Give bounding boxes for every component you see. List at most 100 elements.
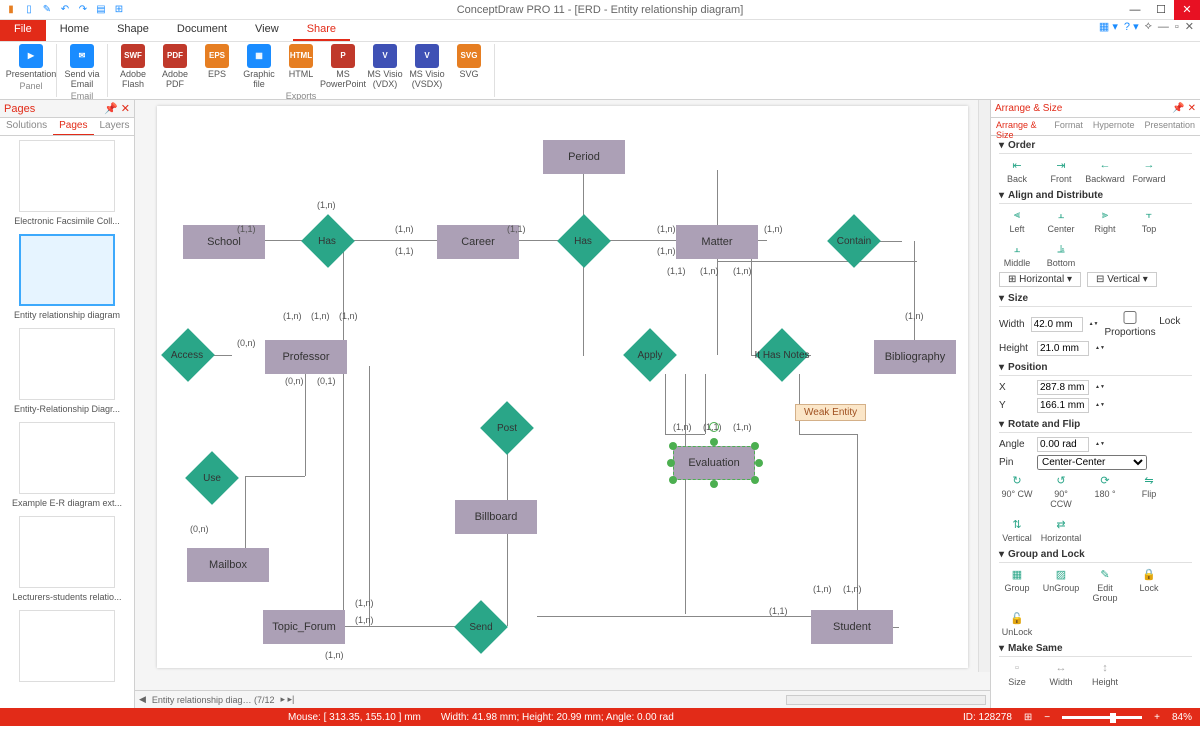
vsdx-button[interactable]: VMS Visio (VSDX) xyxy=(408,44,446,90)
align-left[interactable]: ⫷Left xyxy=(999,208,1035,234)
flip-v[interactable]: ⇅Vertical xyxy=(999,517,1035,543)
diagram-canvas[interactable]: School Period Career Matter Professor Bi… xyxy=(135,100,990,690)
flip-h[interactable]: ⇄Horizontal xyxy=(1043,517,1079,543)
rot-180[interactable]: ⟳180 ° xyxy=(1087,473,1123,509)
svg-button[interactable]: SVGSVG xyxy=(450,44,488,90)
entity-student[interactable]: Student xyxy=(811,610,893,644)
zoom-in-icon[interactable]: + xyxy=(1154,712,1160,723)
graphic-button[interactable]: ▦Graphic file xyxy=(240,44,278,90)
pdf-button[interactable]: PDFAdobe PDF xyxy=(156,44,194,90)
lock-proportions[interactable] xyxy=(1104,311,1156,324)
win-close-icon[interactable]: ✕ xyxy=(1185,20,1194,33)
lock-btn[interactable]: 🔒Lock xyxy=(1131,567,1167,603)
pages-tab[interactable]: Pages xyxy=(53,118,93,135)
flip-btn[interactable]: ⇋Flip xyxy=(1131,473,1167,509)
align-bottom[interactable]: ⫡Bottom xyxy=(1043,242,1079,268)
horizontal-scrollbar[interactable] xyxy=(786,695,986,705)
entity-topic[interactable]: Topic_Forum xyxy=(263,610,345,644)
share-tab[interactable]: Share xyxy=(293,20,350,41)
thumb-5[interactable]: Lecturers-students relatio... xyxy=(4,516,130,602)
width-input[interactable] xyxy=(1031,317,1083,332)
thumb-2[interactable]: Entity relationship diagram xyxy=(4,234,130,320)
disk-icon[interactable]: ▤ xyxy=(94,3,108,17)
rot-cw[interactable]: ↻90° CW xyxy=(999,473,1035,509)
help-question-icon[interactable]: ? ▾ xyxy=(1124,20,1139,33)
open-icon[interactable]: ▯ xyxy=(22,3,36,17)
redo-icon[interactable]: ↷ xyxy=(76,3,90,17)
help-icon[interactable]: ▦ ▾ xyxy=(1099,20,1118,33)
same-width[interactable]: ↔Width xyxy=(1043,661,1079,687)
same-height[interactable]: ↕Height xyxy=(1087,661,1123,687)
panel-pin2-icon[interactable]: 📌 ✕ xyxy=(1172,103,1196,114)
format-tab[interactable]: Format xyxy=(1049,118,1088,135)
ppt-button[interactable]: PMS PowerPoint xyxy=(324,44,362,90)
backward-button[interactable]: ←Backward xyxy=(1087,158,1123,184)
panel-pin-icon[interactable]: 📌 ✕ xyxy=(104,102,130,115)
rot-ccw[interactable]: ↺90° CCW xyxy=(1043,473,1079,509)
back-button[interactable]: ⇤Back xyxy=(999,158,1035,184)
home-tab[interactable]: Home xyxy=(46,20,103,41)
entity-matter[interactable]: Matter xyxy=(676,225,758,259)
zoom-out-icon[interactable]: − xyxy=(1044,712,1050,723)
presentation-button[interactable]: ▶Presentation xyxy=(12,44,50,80)
height-input[interactable] xyxy=(1037,341,1089,356)
thumbnail-list[interactable]: Electronic Facsimile Coll... Entity rela… xyxy=(0,136,134,708)
file-tab[interactable]: File xyxy=(0,20,46,41)
arrange-tab[interactable]: Arrange & Size xyxy=(991,118,1049,135)
win-restore-icon[interactable]: ▫ xyxy=(1175,21,1179,33)
minimize-button[interactable]: — xyxy=(1122,0,1148,20)
forward-button[interactable]: →Forward xyxy=(1131,158,1167,184)
thumb-1[interactable]: Electronic Facsimile Coll... xyxy=(4,140,130,226)
undo-icon[interactable]: ↶ xyxy=(58,3,72,17)
eps-button[interactable]: EPSEPS xyxy=(198,44,236,90)
thumb-4[interactable]: Example E-R diagram ext... xyxy=(4,422,130,508)
entity-billboard[interactable]: Billboard xyxy=(455,500,537,534)
tab-nav-next[interactable]: ▸ ▸| xyxy=(281,694,295,705)
shape-tab[interactable]: Shape xyxy=(103,20,163,41)
preview-icon[interactable]: ⊞ xyxy=(112,3,126,17)
view-mode-icon[interactable]: ⊞ xyxy=(1024,712,1032,723)
vertical-scrollbar[interactable] xyxy=(978,100,990,672)
same-size[interactable]: ▫Size xyxy=(999,661,1035,687)
entity-period[interactable]: Period xyxy=(543,140,625,174)
flash-button[interactable]: SWFAdobe Flash xyxy=(114,44,152,90)
tab-nav-prev[interactable]: ◀ xyxy=(139,694,146,705)
diagram-page[interactable]: School Period Career Matter Professor Bi… xyxy=(157,106,968,668)
dist-horiz[interactable]: ⊞ Horizontal ▾ xyxy=(999,272,1081,287)
pin-select[interactable]: Center-Center xyxy=(1037,455,1147,470)
send-email-button[interactable]: ✉Send via Email xyxy=(63,44,101,90)
win-min-icon[interactable]: ⟡ xyxy=(1145,20,1152,33)
editgroup-btn[interactable]: ✎Edit Group xyxy=(1087,567,1123,603)
align-center[interactable]: ⫠Center xyxy=(1043,208,1079,234)
zoom-slider[interactable] xyxy=(1062,716,1142,719)
maximize-button[interactable]: ☐ xyxy=(1148,0,1174,20)
entity-bibliography[interactable]: Bibliography xyxy=(874,340,956,374)
x-input[interactable] xyxy=(1037,380,1089,395)
layers-tab[interactable]: Layers xyxy=(94,118,136,135)
save-icon[interactable]: ✎ xyxy=(40,3,54,17)
presentation-tab[interactable]: Presentation xyxy=(1139,118,1200,135)
angle-input[interactable] xyxy=(1037,437,1089,452)
win-max-icon[interactable]: — xyxy=(1158,21,1169,33)
ungroup-btn[interactable]: ▨UnGroup xyxy=(1043,567,1079,603)
solutions-tab[interactable]: Solutions xyxy=(0,118,53,135)
thumb-6[interactable] xyxy=(4,610,130,682)
entity-professor[interactable]: Professor xyxy=(265,340,347,374)
close-button[interactable]: ✕ xyxy=(1174,0,1200,20)
align-right[interactable]: ⫸Right xyxy=(1087,208,1123,234)
vdx-button[interactable]: VMS Visio (VDX) xyxy=(366,44,404,90)
align-middle[interactable]: ⫠Middle xyxy=(999,242,1035,268)
y-input[interactable] xyxy=(1037,398,1089,413)
hypernote-tab[interactable]: Hypernote xyxy=(1088,118,1140,135)
view-tab[interactable]: View xyxy=(241,20,293,41)
unlock-btn[interactable]: 🔓UnLock xyxy=(999,611,1035,637)
sheet-tabs[interactable]: ◀ Entity relationship diag… (7/12 ▸ ▸| xyxy=(135,690,990,708)
align-top[interactable]: ⫟Top xyxy=(1131,208,1167,234)
entity-mailbox[interactable]: Mailbox xyxy=(187,548,269,582)
front-button[interactable]: ⇥Front xyxy=(1043,158,1079,184)
document-tab[interactable]: Document xyxy=(163,20,241,41)
group-btn[interactable]: ▦Group xyxy=(999,567,1035,603)
new-icon[interactable]: ▮ xyxy=(4,3,18,17)
html-button[interactable]: HTMLHTML xyxy=(282,44,320,90)
entity-evaluation[interactable]: Evaluation xyxy=(673,446,755,480)
